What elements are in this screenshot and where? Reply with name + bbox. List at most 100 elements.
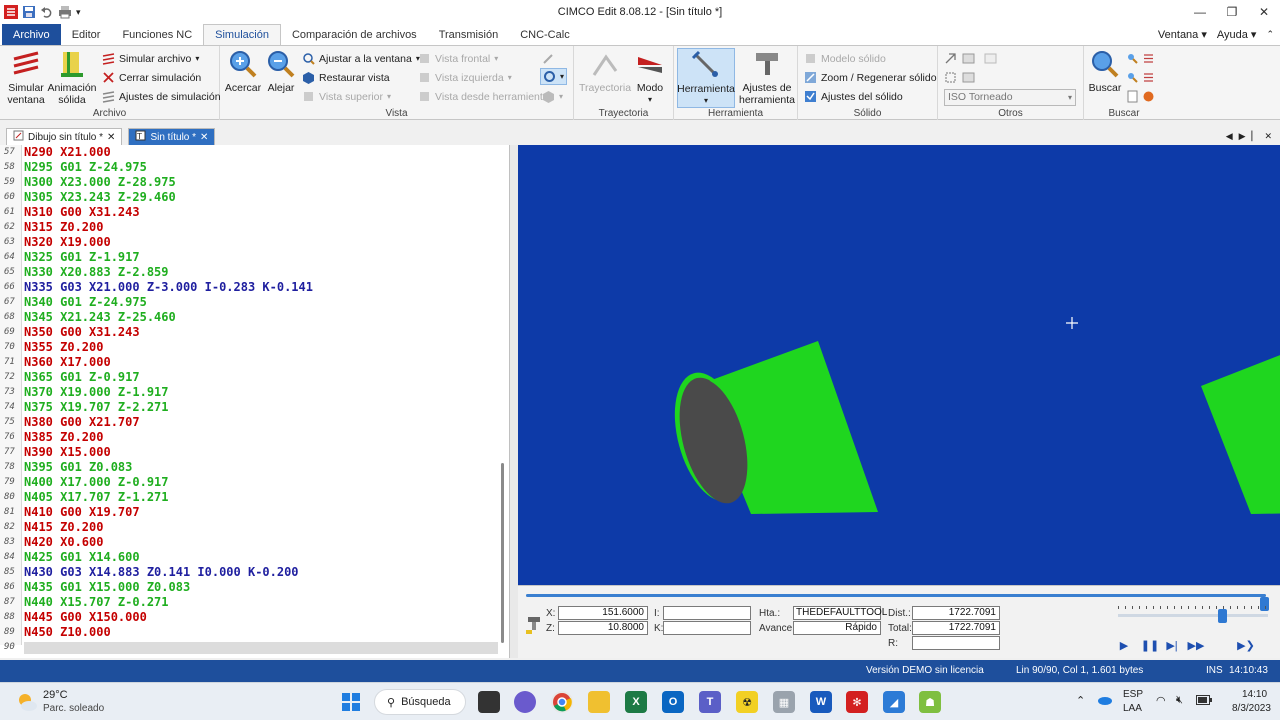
vertical-scroll-thumb[interactable] xyxy=(501,463,504,643)
horizontal-scrollbar[interactable] xyxy=(24,642,498,654)
vista-frontal-button[interactable]: Vista frontal ▾ xyxy=(418,50,498,67)
simular-archivo-button[interactable]: Simular archivo ▾ xyxy=(102,50,199,67)
otros-tool-5-button[interactable] xyxy=(962,69,975,86)
chevron-up-icon[interactable]: ⌃ xyxy=(1076,694,1085,707)
file-explorer-icon[interactable] xyxy=(588,691,610,713)
minimize-button[interactable]: — xyxy=(1184,0,1216,24)
doc-tab-dibujo[interactable]: Dibujo sin título * ✕ xyxy=(6,128,123,145)
run-to-end-button[interactable]: ▶❯ xyxy=(1237,638,1255,652)
orbit-button[interactable]: ▾ xyxy=(540,68,568,85)
modo-button[interactable]: Modo ▾ xyxy=(632,48,668,106)
keyboard-layout[interactable]: LAA xyxy=(1123,703,1142,714)
clock-time[interactable]: 14:10 xyxy=(1242,689,1267,700)
tab-archivo[interactable]: Archivo xyxy=(2,24,61,45)
vista-superior-button[interactable]: Vista superior ▾ xyxy=(302,88,391,105)
step-button[interactable]: ▶| xyxy=(1164,638,1180,652)
pane-splitter[interactable] xyxy=(510,145,518,658)
modelo-solido-button[interactable]: Modelo sólido xyxy=(804,50,886,67)
vista-izquierda-button[interactable]: Vista izquierda ▾ xyxy=(418,69,512,86)
play-button[interactable]: ▶ xyxy=(1116,638,1132,652)
ajustes-solido-button[interactable]: Ajustes del sólido xyxy=(804,88,903,105)
vertical-scrollbar[interactable] xyxy=(499,145,507,658)
buscar-button[interactable]: Buscar xyxy=(1086,48,1124,94)
quick-access-dropdown-icon[interactable]: ▾ xyxy=(76,7,81,18)
tab-close-icon[interactable]: ✕ xyxy=(1264,131,1272,142)
simular-ventana-button[interactable]: Simular ventana xyxy=(5,48,47,106)
close-icon[interactable]: ✕ xyxy=(200,132,208,143)
tab-transmision[interactable]: Transmisión xyxy=(428,24,510,45)
simulation-viewport[interactable] xyxy=(518,145,1280,585)
otros-tool-3-button[interactable] xyxy=(984,50,997,67)
radiation-app-icon[interactable]: ☢ xyxy=(736,691,758,713)
simulation-speed-slider[interactable] xyxy=(1118,609,1268,623)
teams-icon[interactable]: T xyxy=(699,691,721,713)
ventana-menu[interactable]: Ventana ▾ xyxy=(1158,28,1207,41)
weather-icon[interactable] xyxy=(16,691,38,716)
onedrive-icon[interactable] xyxy=(1096,694,1112,709)
ajustar-ventana-button[interactable]: Ajustar a la ventana ▾ xyxy=(302,50,420,67)
buscar-tool-5-button[interactable] xyxy=(1126,88,1139,105)
language-code[interactable]: ESP xyxy=(1123,689,1143,700)
battery-icon[interactable] xyxy=(1196,695,1212,708)
undo-icon[interactable] xyxy=(40,5,54,19)
chrome-icon[interactable] xyxy=(551,691,573,713)
restore-button[interactable]: ❐ xyxy=(1216,0,1248,24)
trayectoria-button[interactable]: Trayectoria xyxy=(579,48,631,94)
zoom-regenerar-button[interactable]: Zoom / Regenerar sólido xyxy=(804,69,937,86)
tab-cnc-calc[interactable]: CNC-Calc xyxy=(509,24,581,45)
tab-simulacion[interactable]: Simulación xyxy=(203,24,281,45)
otros-machine-combo[interactable]: ISO Torneado ▾ xyxy=(944,89,1076,106)
ajustes-herramienta-button[interactable]: Ajustes de herramienta xyxy=(738,48,796,106)
paint-icon[interactable]: ◢ xyxy=(883,691,905,713)
outlook-icon[interactable]: O xyxy=(662,691,684,713)
buscar-tool-2-button[interactable] xyxy=(1142,50,1155,67)
tab-scroll-right-icon[interactable]: ▶ xyxy=(1239,131,1246,142)
clock-date[interactable]: 8/3/2023 xyxy=(1232,703,1271,714)
doc-tab-sin-titulo[interactable]: T Sin título * ✕ xyxy=(128,128,216,145)
buscar-tool-3-button[interactable] xyxy=(1126,69,1139,86)
ajustes-simulacion-button[interactable]: Ajustes de simulación xyxy=(102,88,221,105)
animacion-solida-button[interactable]: Animación sólida xyxy=(47,48,97,106)
pencil-button[interactable] xyxy=(542,50,555,67)
nc-code-editor[interactable]: 57 58 59 60 61 62 63 64 65 66 67 68 69 70 71 72 73 74 75 76… xyxy=(0,145,510,658)
otros-tool-2-button[interactable] xyxy=(962,50,975,67)
buscar-tool-1-button[interactable] xyxy=(1126,50,1139,67)
calculator-icon[interactable]: ▦ xyxy=(773,691,795,713)
buscar-tool-6-button[interactable] xyxy=(1142,88,1155,105)
print-icon[interactable] xyxy=(58,5,72,19)
acercar-button[interactable]: Acercar xyxy=(224,48,262,94)
tab-list-icon[interactable]: ▏ xyxy=(1252,131,1259,142)
tab-scroll-left-icon[interactable]: ◀ xyxy=(1226,131,1233,142)
wifi-icon[interactable]: ◠ xyxy=(1156,694,1166,707)
tab-funciones-nc[interactable]: Funciones NC xyxy=(111,24,203,45)
alejar-button[interactable]: Alejar xyxy=(264,48,298,94)
herramienta-button[interactable]: Herramienta ▾ xyxy=(677,48,735,108)
otros-tool-4-button[interactable] xyxy=(944,69,957,86)
taskbar-search[interactable]: ⚲ Búsqueda xyxy=(374,689,466,715)
task-view-icon[interactable] xyxy=(478,691,500,713)
save-icon[interactable] xyxy=(22,5,36,19)
otros-tool-1-button[interactable] xyxy=(944,50,957,67)
tab-editor[interactable]: Editor xyxy=(61,24,112,45)
chat-icon[interactable] xyxy=(514,691,536,713)
cimco-taskbar-icon[interactable]: ✻ xyxy=(846,691,868,713)
close-button[interactable]: ✕ xyxy=(1248,0,1280,24)
word-icon[interactable]: W xyxy=(810,691,832,713)
tab-comparacion-archivos[interactable]: Comparación de archivos xyxy=(281,24,428,45)
buscar-tool-4-button[interactable] xyxy=(1142,69,1155,86)
windows-start-icon[interactable] xyxy=(340,691,362,713)
vista-herramienta-button[interactable]: Vista desde herramienta xyxy=(418,88,549,105)
cube-button[interactable]: ▾ xyxy=(542,88,563,105)
volume-muted-icon[interactable]: 🔇︎ xyxy=(1176,694,1183,707)
simulation-progress-bar[interactable] xyxy=(526,594,1269,611)
simulation-speed-thumb[interactable] xyxy=(1218,609,1227,623)
robot-app-icon[interactable]: ☗ xyxy=(919,691,941,713)
ribbon-collapse-icon[interactable]: ⌃ xyxy=(1266,29,1274,40)
restaurar-vista-button[interactable]: Restaurar vista xyxy=(302,69,390,86)
pause-button[interactable]: ❚❚ xyxy=(1141,638,1159,652)
step-block-button[interactable]: ▶▶ xyxy=(1188,638,1205,652)
close-icon[interactable]: ✕ xyxy=(107,132,115,143)
ayuda-menu[interactable]: Ayuda ▾ xyxy=(1217,28,1257,41)
excel-icon[interactable]: X xyxy=(625,691,647,713)
cerrar-simulacion-button[interactable]: Cerrar simulación xyxy=(102,69,201,86)
